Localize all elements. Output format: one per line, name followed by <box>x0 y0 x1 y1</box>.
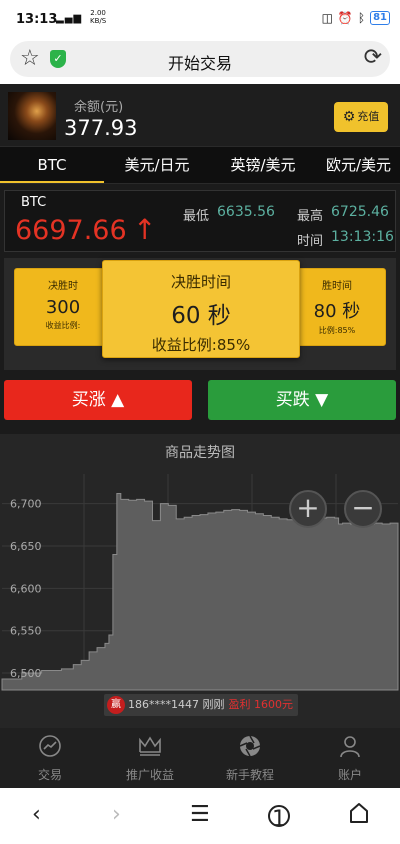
address-bar[interactable]: ☆ ✓ 开始交易 ⟳ <box>10 41 390 77</box>
symbol-tabs: BTC 美元/日元 英镑/美元 欧元/美元 <box>0 146 400 184</box>
ticker-win: 盈利 1600元 <box>228 698 294 711</box>
bottom-nav: 交易 推广收益 新手教程 账户 <box>0 728 400 788</box>
aperture-icon <box>200 734 300 766</box>
y-tick-label: 6,500 <box>10 667 42 680</box>
duration-selector: 决胜时 300 收益比例: 胜时间 80 秒 比例:85% 决胜时间 60 秒 … <box>4 258 396 370</box>
duration-card-180[interactable]: 胜时间 80 秒 比例:85% <box>288 268 386 346</box>
high-label: 最高 <box>297 209 324 224</box>
card-rate: 收益比例:85% <box>151 336 251 354</box>
nav-label: 账户 <box>337 768 362 782</box>
y-tick-label: 6,550 <box>10 625 42 638</box>
card-title: 胜时间 <box>322 281 352 292</box>
duration-card-300[interactable]: 决胜时 300 收益比例: <box>14 268 112 346</box>
card-rate: 收益比例: <box>45 321 81 330</box>
win-badge-icon: 赢 <box>107 696 125 714</box>
chart-icon <box>0 734 100 766</box>
low-value: 6635.56 <box>217 204 275 220</box>
nav-tutorial[interactable]: 新手教程 <box>200 728 300 788</box>
page-title: 开始交易 <box>167 54 232 73</box>
home-icon[interactable] <box>348 802 370 831</box>
low-label: 最低 <box>183 209 210 224</box>
gear-icon: ⚙ <box>342 109 356 125</box>
tab-btc[interactable]: BTC <box>0 147 104 183</box>
chart-canvas[interactable]: 6,700 6,650 6,600 6,550 6,500 <box>0 464 400 696</box>
card-title: 决胜时 <box>48 281 78 292</box>
account-header: 余额(元) 377.93 ⚙ 充值 <box>0 84 400 146</box>
reload-icon[interactable]: ⟳ <box>364 46 382 70</box>
tabs-count-icon[interactable]: 1 <box>268 805 290 832</box>
browser-bar: ☆ ✓ 开始交易 ⟳ <box>0 36 400 84</box>
y-tick-label: 6,700 <box>10 498 42 511</box>
nav-label: 交易 <box>37 768 62 782</box>
tab-gbp-usd[interactable]: 英镑/美元 <box>210 147 316 183</box>
recharge-button[interactable]: ⚙ 充值 <box>334 102 388 132</box>
card-seconds: 60 秒 <box>171 303 231 329</box>
card-title: 决胜时间 <box>170 273 231 291</box>
status-bar: 13:13 ▂▄▆ 2.00 KB/S ◫ ⏰ ᛒ 81 <box>0 0 400 36</box>
tab-usd-jpy[interactable]: 美元/日元 <box>104 147 210 183</box>
user-icon <box>300 734 400 766</box>
nav-label: 推广收益 <box>125 768 174 782</box>
card-rate: 比例:85% <box>318 326 356 335</box>
zoom-out-icon[interactable]: − <box>344 490 382 528</box>
balance-label: 余额(元) <box>74 100 124 115</box>
y-tick-label: 6,650 <box>10 540 42 553</box>
nav-account[interactable]: 账户 <box>300 728 400 788</box>
battery-icon: 81 <box>370 11 390 25</box>
zoom-in-icon[interactable]: + <box>289 490 327 528</box>
price-panel: BTC 6697.66 ↑ 最低 6635.56 最高 6725.46 时间 1… <box>4 190 396 252</box>
nav-trade[interactable]: 交易 <box>0 728 100 788</box>
vibrate-icon: ◫ <box>321 11 333 25</box>
signal-icon: ▂▄▆ <box>56 13 83 24</box>
status-right-icons: ◫ ⏰ ᛒ 81 <box>322 11 390 25</box>
price-chart: 商品走势图 6,700 6,650 6,600 6,550 6,500 + − <box>0 434 400 728</box>
network-speed: 2.00 KB/S <box>90 9 107 25</box>
card-seconds: 80 秒 <box>313 301 361 322</box>
y-tick-label: 6,600 <box>10 582 42 595</box>
price-area-series <box>1 492 399 691</box>
buy-up-button[interactable]: 买涨 ▲ <box>4 380 192 420</box>
nav-promo[interactable]: 推广收益 <box>100 728 200 788</box>
status-time: 13:13 <box>16 12 58 27</box>
menu-icon[interactable]: ☰ <box>190 802 210 828</box>
nav-label: 新手教程 <box>225 768 274 782</box>
back-icon[interactable]: ‹ <box>32 802 41 828</box>
time-label: 时间 <box>297 234 324 249</box>
card-seconds: 300 <box>45 297 81 318</box>
high-value: 6725.46 <box>331 204 389 220</box>
alarm-icon: ⏰ <box>337 11 353 25</box>
tab-eur-usd[interactable]: 欧元/美元 <box>316 147 400 183</box>
bluetooth-icon: ᛒ <box>357 11 366 25</box>
forward-icon[interactable]: › <box>112 802 121 828</box>
crown-icon <box>100 734 200 766</box>
buy-down-button[interactable]: 买跌 ▼ <box>208 380 396 420</box>
price-up-arrow-icon: ↑ <box>133 213 157 246</box>
win-ticker: 赢 186****1447 刚刚 盈利 1600元 <box>104 694 298 716</box>
avatar[interactable] <box>8 92 56 140</box>
quote-price: 6697.66 <box>15 215 127 246</box>
quote-symbol: BTC <box>21 195 47 210</box>
chart-title: 商品走势图 <box>165 445 235 461</box>
browser-nav-bar: ‹ › ☰ 1 <box>0 788 400 844</box>
balance-value: 377.93 <box>64 116 138 140</box>
time-value: 13:13:16 <box>331 229 394 245</box>
duration-card-60-selected[interactable]: 决胜时间 60 秒 收益比例:85% <box>102 260 300 358</box>
ticker-user: 186****1447 刚刚 <box>128 698 225 711</box>
